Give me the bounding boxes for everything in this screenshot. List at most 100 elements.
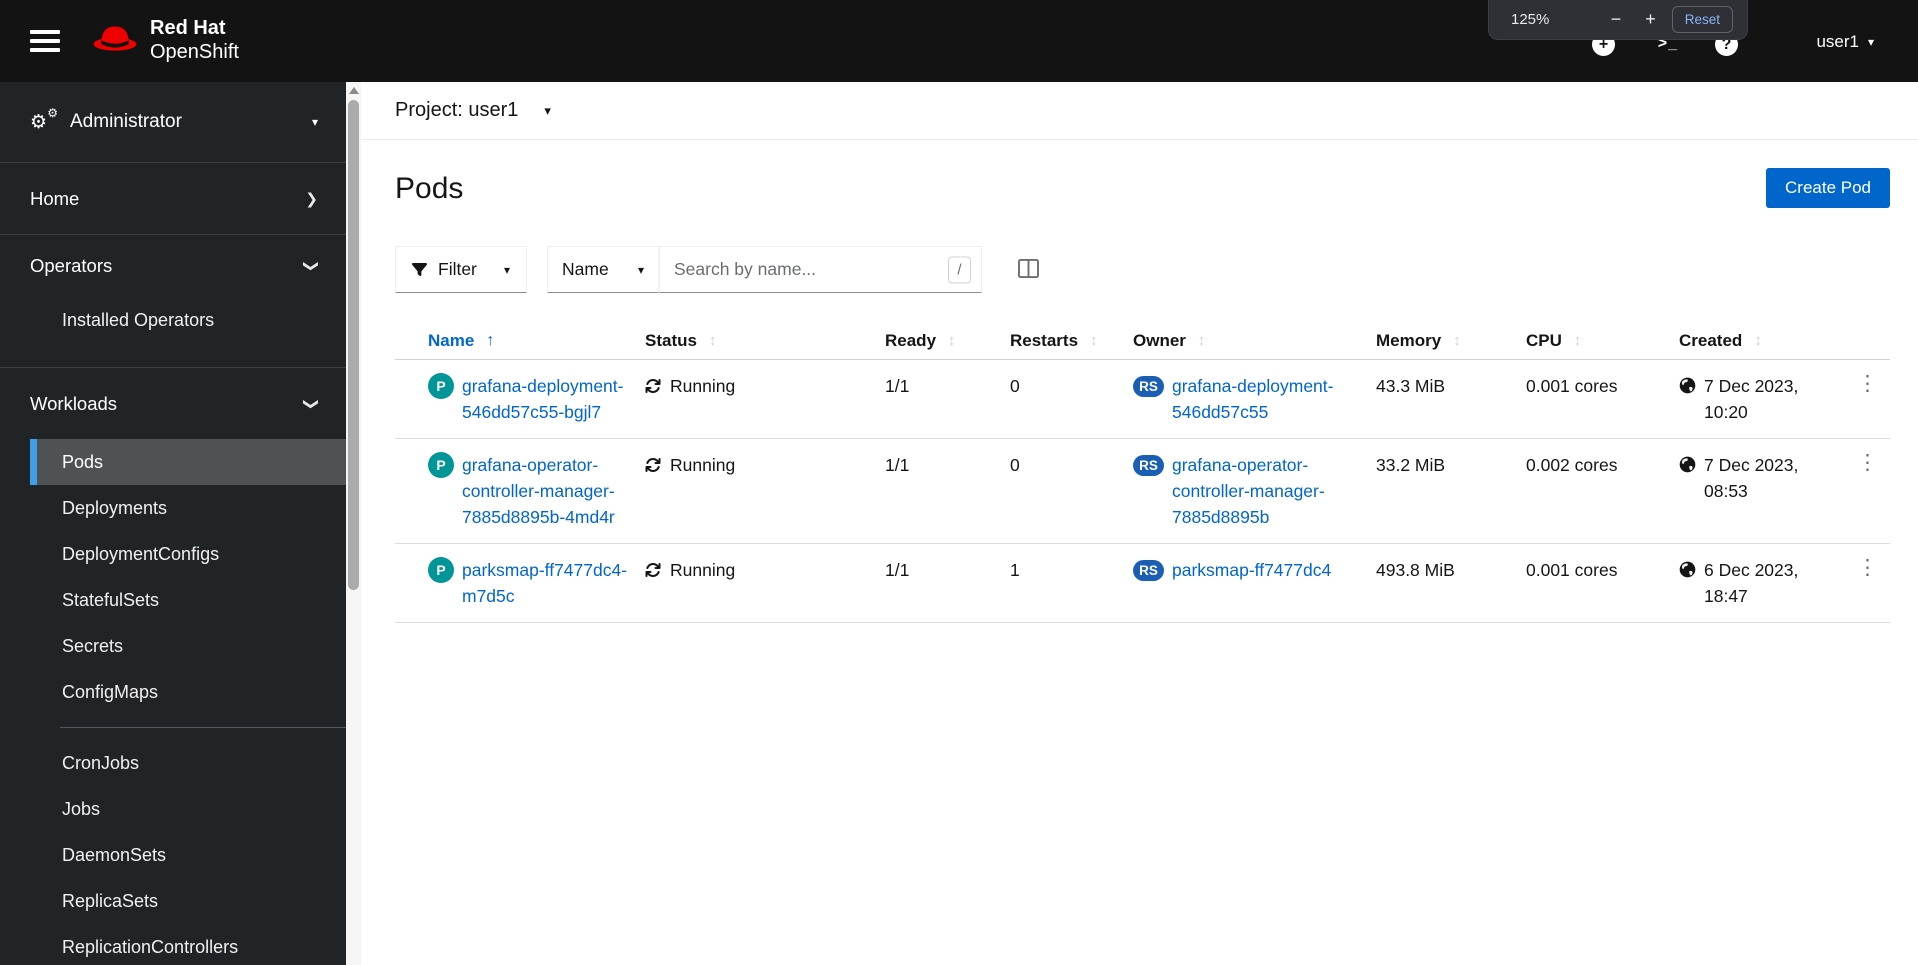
sidebar-item-cronjobs[interactable]: CronJobs xyxy=(30,740,346,786)
status-running-sync-icon xyxy=(645,562,661,577)
zoom-out-button[interactable]: − xyxy=(1599,9,1634,30)
owner-link[interactable]: grafana-deployment-546dd57c55 xyxy=(1172,373,1364,425)
create-pod-button[interactable]: Create Pod xyxy=(1766,168,1890,208)
caret-down-icon: ▾ xyxy=(503,262,510,277)
kebab-menu-icon[interactable]: ⋮ xyxy=(1851,373,1884,395)
brand-logo[interactable]: Red Hat OpenShift xyxy=(92,16,239,64)
table-row: P grafana-operator-controller-manager-78… xyxy=(395,439,1890,544)
sidebar-item-deployments[interactable]: Deployments xyxy=(30,485,346,531)
search-input[interactable] xyxy=(660,247,981,292)
sidebar-section-workloads[interactable]: Workloads ❯ xyxy=(0,368,346,439)
column-header-owner[interactable]: Owner ↕ xyxy=(1133,331,1376,351)
column-header-cpu[interactable]: CPU ↕ xyxy=(1526,331,1679,351)
created-timestamp: 7 Dec 2023, 10:20 xyxy=(1704,376,1799,422)
sidebar-item-installed-operators[interactable]: Installed Operators xyxy=(30,297,346,343)
scrollbar-thumb[interactable] xyxy=(348,100,359,590)
globe-timestamp-icon xyxy=(1679,377,1696,394)
status-text: Running xyxy=(670,455,736,475)
sort-both-icon: ↕ xyxy=(948,332,956,349)
zoom-level: 125% xyxy=(1511,11,1550,28)
sort-both-icon: ↕ xyxy=(1453,332,1461,349)
cpu-value: 0.002 cores xyxy=(1526,455,1618,475)
manage-columns-button[interactable] xyxy=(1014,255,1043,285)
pod-name-link[interactable]: parksmap-ff7477dc4-m7d5c xyxy=(462,557,644,609)
pod-name-link[interactable]: grafana-operator-controller-manager-7885… xyxy=(462,452,644,530)
list-toolbar: Filter ▾ Name ▾ / xyxy=(395,246,1918,293)
sort-both-icon: ↕ xyxy=(1573,332,1582,349)
column-header-memory[interactable]: Memory ↕ xyxy=(1376,331,1526,351)
nav-toggle-icon[interactable] xyxy=(30,30,60,52)
page-title: Pods xyxy=(395,172,464,205)
sidebar-item-replicasets[interactable]: ReplicaSets xyxy=(30,878,346,924)
search-type-label: Name xyxy=(562,259,609,279)
cogs-icon: ⚙ ⚙ xyxy=(30,105,58,133)
sort-both-icon: ↕ xyxy=(1754,332,1762,349)
column-header-created[interactable]: Created ↕ xyxy=(1679,331,1845,351)
sidebar-item-pods[interactable]: Pods xyxy=(30,439,346,485)
user-menu[interactable]: user1 ▾ xyxy=(1816,32,1874,52)
sidebar-item-home[interactable]: Home ❯ xyxy=(0,163,346,234)
globe-timestamp-icon xyxy=(1679,456,1696,473)
ready-value: 1/1 xyxy=(885,376,910,396)
owner-link[interactable]: grafana-operator-controller-manager-7885… xyxy=(1172,452,1364,530)
table-row: P grafana-deployment-546dd57c55-bgjl7 Ru… xyxy=(395,360,1890,439)
ready-value: 1/1 xyxy=(885,455,910,475)
sidebar-item-secrets[interactable]: Secrets xyxy=(30,623,346,669)
cpu-value: 0.001 cores xyxy=(1526,376,1618,396)
column-header-status[interactable]: Status ↕ xyxy=(645,331,885,351)
table-header-row: Name ↑ Status ↕ Ready ↕ Restarts ↕ Owner… xyxy=(395,322,1890,360)
status-running-sync-icon xyxy=(645,457,661,472)
pod-badge: P xyxy=(428,557,454,583)
pod-badge: P xyxy=(428,373,454,399)
chevron-right-icon: ❯ xyxy=(305,190,318,208)
memory-value: 43.3 MiB xyxy=(1376,376,1446,396)
caret-down-icon: ▾ xyxy=(1867,35,1874,49)
sort-both-icon: ↕ xyxy=(1197,332,1206,349)
status-running-sync-icon xyxy=(645,378,661,393)
sidebar-nav: ⚙ ⚙ Administrator ▾ Home ❯ Operators ❯ In… xyxy=(0,82,346,965)
sidebar-item-configmaps[interactable]: ConfigMaps xyxy=(30,669,346,715)
sidebar-section-operators[interactable]: Operators ❯ xyxy=(0,235,346,297)
zoom-in-button[interactable]: + xyxy=(1633,9,1668,30)
sidebar-item-replicationcontrollers[interactable]: ReplicationControllers xyxy=(30,924,346,965)
search-type-dropdown[interactable]: Name ▾ xyxy=(547,246,659,293)
restarts-value: 1 xyxy=(1010,560,1020,580)
perspective-label: Administrator xyxy=(70,111,182,132)
created-timestamp: 6 Dec 2023, 18:47 xyxy=(1704,560,1799,606)
project-selector[interactable]: Project: user1 ▾ xyxy=(361,82,1918,140)
columns-icon xyxy=(1018,258,1039,281)
sort-both-icon: ↕ xyxy=(708,332,717,349)
zoom-reset-button[interactable]: Reset xyxy=(1671,6,1733,33)
column-header-ready[interactable]: Ready ↕ xyxy=(885,331,1010,351)
search-field-wrapper: / xyxy=(659,246,982,293)
redhat-fedora-icon xyxy=(92,21,138,60)
caret-down-icon: ▾ xyxy=(544,103,551,118)
kebab-menu-icon[interactable]: ⋮ xyxy=(1851,452,1884,474)
sidebar-scrollbar[interactable] xyxy=(346,82,361,965)
restarts-value: 0 xyxy=(1010,376,1020,396)
filter-dropdown[interactable]: Filter ▾ xyxy=(395,246,527,293)
browser-zoom-popup: 125% − + Reset xyxy=(1488,0,1748,40)
restarts-value: 0 xyxy=(1010,455,1020,475)
sort-both-icon: ↕ xyxy=(1090,332,1098,349)
kebab-menu-icon[interactable]: ⋮ xyxy=(1851,557,1884,579)
memory-value: 493.8 MiB xyxy=(1376,560,1455,580)
pod-badge: P xyxy=(428,452,454,478)
sort-ascending-icon: ↑ xyxy=(486,331,495,349)
created-timestamp: 7 Dec 2023, 08:53 xyxy=(1704,455,1799,501)
main-content: Project: user1 ▾ Pods Create Pod Filter … xyxy=(361,82,1918,965)
column-header-name[interactable]: Name ↑ xyxy=(428,331,645,351)
cpu-value: 0.001 cores xyxy=(1526,560,1618,580)
replicaset-badge: RS xyxy=(1133,455,1164,476)
sidebar-item-jobs[interactable]: Jobs xyxy=(30,786,346,832)
sidebar-item-statefulsets[interactable]: StatefulSets xyxy=(30,577,346,623)
perspective-switcher[interactable]: ⚙ ⚙ Administrator ▾ xyxy=(0,82,346,162)
replicaset-badge: RS xyxy=(1133,376,1164,397)
sidebar-item-deploymentconfigs[interactable]: DeploymentConfigs xyxy=(30,531,346,577)
replicaset-badge: RS xyxy=(1133,560,1164,581)
column-header-restarts[interactable]: Restarts ↕ xyxy=(1010,331,1133,351)
owner-link[interactable]: parksmap-ff7477dc4 xyxy=(1172,557,1331,583)
pod-name-link[interactable]: grafana-deployment-546dd57c55-bgjl7 xyxy=(462,373,644,425)
scroll-up-arrow-icon[interactable] xyxy=(348,87,359,94)
sidebar-item-daemonsets[interactable]: DaemonSets xyxy=(30,832,346,878)
